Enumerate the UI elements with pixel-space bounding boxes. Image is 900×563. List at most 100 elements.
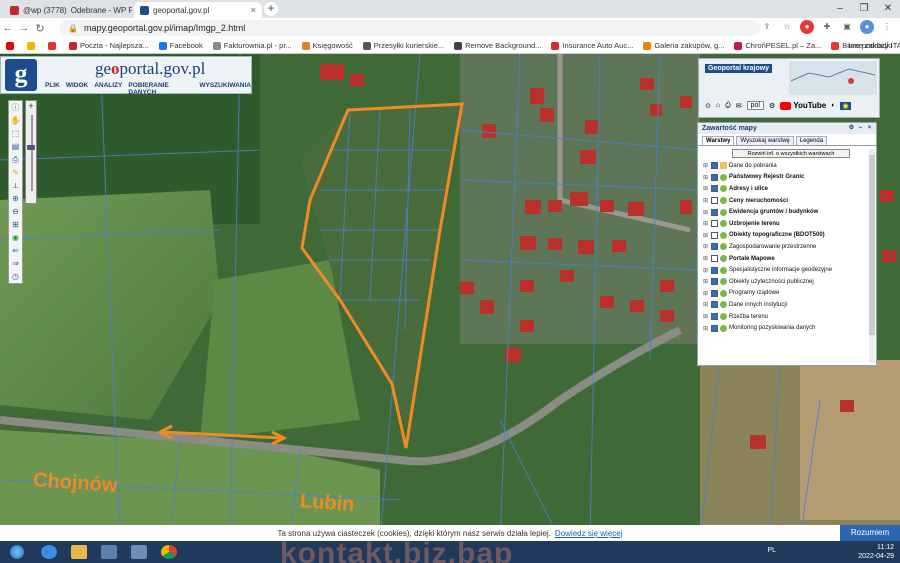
select-icon[interactable]: ⬚ [9,127,22,140]
layer-item[interactable]: ⊞ Państwowy Rejestr Granic [698,172,876,184]
bookmark-ksiegowosc[interactable]: Księgowość [301,41,353,50]
expand-icon[interactable]: ⊞ [703,162,709,169]
tab-legenda[interactable]: Legenda [795,136,828,145]
layer-checkbox[interactable] [711,278,718,286]
layer-item[interactable]: ⊞ Adresy i ulice [698,183,876,195]
layer-checkbox[interactable] [711,162,718,170]
layer-item[interactable]: ⊞ Programy rządowe [698,288,876,300]
layer-item[interactable]: ⊞ Dane do pobrania [698,160,876,172]
panel-minimize-icon[interactable]: – [857,123,864,134]
bookmark-youtube[interactable] [6,41,17,50]
tab-wp-mail[interactable]: @wp (3778) Odebrane - WP Poc × [4,2,132,18]
menu-analizy[interactable]: ANALIZY [94,82,122,96]
layer-item[interactable]: ⊞ Dane innych instytucji [698,299,876,311]
expand-info-button[interactable]: Rozwiń inf. o wszystkich warstwach [732,149,850,158]
cookie-link[interactable]: Dowiedz się więcej [555,529,623,538]
new-tab-button[interactable]: + [264,2,278,16]
language-select[interactable]: pol [746,101,764,110]
bookmark-galeria[interactable]: Galeria zakupów, g... [643,41,724,50]
expand-icon[interactable]: ⊞ [703,174,709,181]
reload-icon[interactable]: ↻ [32,22,48,35]
bookmark-remove-bg[interactable]: Remove Background... [454,41,541,50]
zoom-plus-icon[interactable]: + [26,101,36,113]
menu-plik[interactable]: PLIK [45,82,60,96]
menu-pobieranie[interactable]: POBIERANIE DANYCH [128,82,193,96]
panel-settings-icon[interactable]: ⚙ [848,123,855,134]
layer-item[interactable]: ⊞ Ceny nieruchomości [698,195,876,207]
layer-item[interactable]: ⊞ Ewidencja gruntów i budynków [698,206,876,218]
back-view-icon[interactable]: ⇐ [9,244,22,257]
layer-checkbox[interactable] [711,243,718,251]
menu-kebab-icon[interactable]: ⋮ [880,20,894,34]
star-icon[interactable]: ☆ [780,20,794,34]
layer-item[interactable]: ⊞ Specjalistyczne informacje geodezyjne [698,264,876,276]
contrast-icon[interactable]: ◉ [840,101,851,110]
maximize-icon[interactable]: ❐ [852,0,876,18]
expand-icon[interactable]: ⊞ [703,185,709,192]
expand-icon[interactable]: ⊞ [703,290,709,297]
bookmark-shop[interactable] [27,41,38,50]
tab-geoportal[interactable]: geoportal.gov.pl × [134,2,262,18]
print-icon[interactable]: ⎙ [9,153,22,166]
media-icon[interactable] [94,541,124,563]
adblock-icon[interactable]: ● [800,20,814,34]
tab-warstwy[interactable]: Warstwy [702,136,735,145]
expand-icon[interactable]: ⊞ [703,301,709,308]
bookmark-fakturownia[interactable]: Fakturownia.pl - pr... [212,41,292,50]
minimize-icon[interactable]: – [828,0,852,18]
accessibility-icon[interactable]: ◐ [831,102,835,109]
geoportal-logo[interactable]: g [5,59,37,91]
forward-view-icon[interactable]: ⇒ [9,257,22,270]
krajowy-title[interactable]: Geoportal krajowy [705,64,773,73]
layer-checkbox[interactable] [711,255,718,263]
zoom-slider[interactable]: + [25,100,37,204]
tab-wyszukaj[interactable]: Wyszukaj warstwę [736,136,794,145]
language-indicator[interactable]: PL [767,547,776,554]
accept-cookies-button[interactable]: Rozumiem [840,525,900,541]
layers-icon[interactable]: ▤ [9,140,22,153]
layer-checkbox[interactable] [711,289,718,297]
zoom-in-icon[interactable]: ⊕ [9,192,22,205]
layer-checkbox[interactable] [711,173,718,181]
layer-item[interactable]: ⊞ Portale Mapowe [698,253,876,265]
layer-checkbox[interactable] [711,185,718,193]
bookmark-poczta[interactable]: Poczta - Najlepsza... [69,41,149,50]
pencil-icon[interactable]: ✎ [9,166,22,179]
app-icon[interactable] [124,541,154,563]
folder-icon[interactable] [64,541,94,563]
expand-icon[interactable]: ⊞ [703,267,709,274]
measure-icon[interactable]: ⟂ [9,179,22,192]
layer-item[interactable]: ⊞ Obiekty użyteczności publicznej [698,276,876,288]
settings-icon[interactable]: ⚙ [769,102,775,110]
expand-icon[interactable]: ⊞ [703,243,709,250]
forward-icon[interactable]: → [16,22,32,34]
layer-checkbox[interactable] [711,266,718,274]
info-icon[interactable]: ⓘ [9,101,22,114]
hand-icon[interactable]: ✋ [9,114,22,127]
bookmark-mail[interactable] [48,41,59,50]
layer-item[interactable]: ⊞ Zagospodarowanie przestrzenne [698,241,876,253]
expand-icon[interactable]: ⊞ [703,313,709,320]
panel-scrollbar[interactable] [869,149,875,363]
layer-checkbox[interactable] [711,313,718,321]
close-window-icon[interactable]: ✕ [876,0,900,18]
avatar[interactable]: ● [860,20,874,34]
mail-icon[interactable]: ✉ [736,102,742,110]
other-bookmarks[interactable]: Inne zakładki [848,41,892,50]
ie-icon[interactable] [34,541,64,563]
extension-icon[interactable]: ▣ [840,20,854,34]
start-button[interactable] [0,541,34,563]
clock-icon[interactable]: ◷ [9,270,22,283]
home-icon[interactable]: ⌂ [716,102,720,109]
layer-checkbox[interactable] [711,197,718,205]
chrome-icon[interactable] [154,541,184,563]
expand-icon[interactable]: ⊞ [703,255,709,262]
expand-icon[interactable]: ⊞ [703,232,709,239]
zoom-thumb[interactable] [27,145,35,150]
menu-wyszukiwania[interactable]: WYSZUKIWANIA [199,82,251,96]
layer-item[interactable]: ⊞ Obiekty topograficzne (BDOT500) [698,230,876,242]
layer-item[interactable]: ⊞ Rzeźba terenu [698,311,876,323]
help-icon[interactable]: ⊙ [705,102,711,110]
expand-icon[interactable]: ⊞ [703,197,709,204]
zoom-out-icon[interactable]: ⊖ [9,205,22,218]
